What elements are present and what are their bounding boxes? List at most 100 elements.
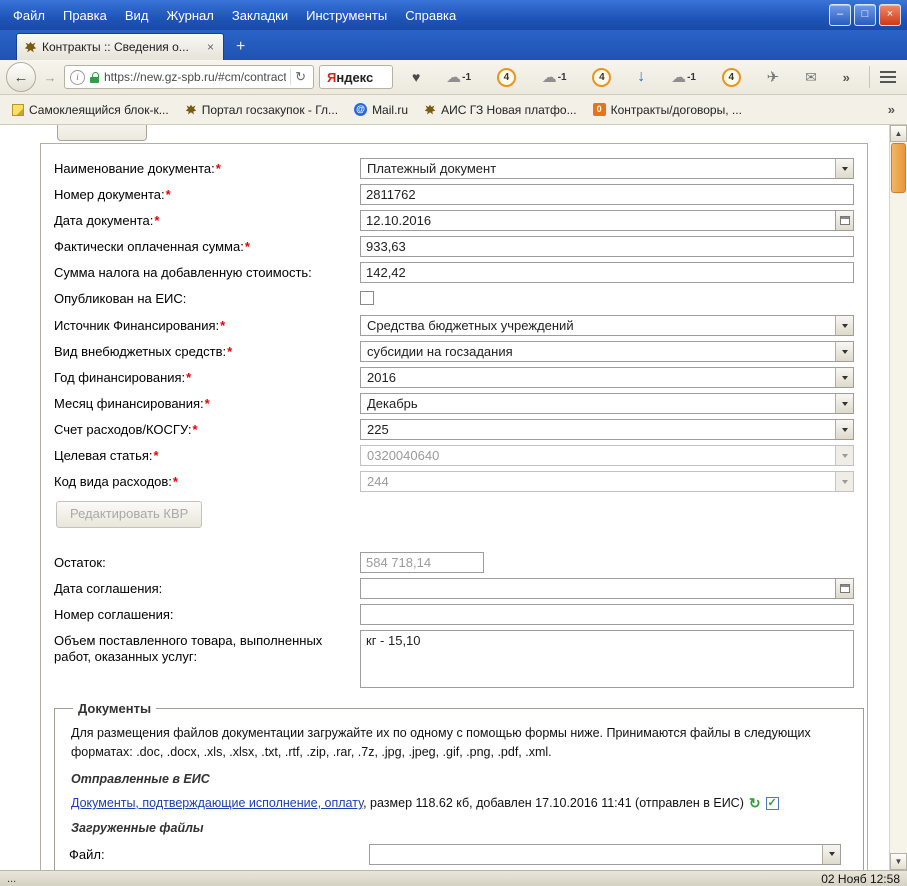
counter-badge-2[interactable]: 4 [592,67,612,87]
field-label: Источник Финансирования:* [54,318,226,333]
form-row: Наименование документа:* Платежный докум… [54,158,854,179]
menu-tools[interactable]: Инструменты [297,4,396,27]
published-eis-checkbox[interactable] [360,291,374,305]
resend-icon[interactable]: ↻ [749,795,761,812]
url-bar[interactable]: i https://new.gz-spb.ru/#cm/contract/6 ↻ [64,65,314,89]
edit-kvr-button[interactable]: Редактировать КВР [56,501,203,528]
close-button[interactable]: × [879,4,901,26]
field-label: Опубликован на ЕИС: [54,291,187,306]
menu-file[interactable]: Файл [4,4,54,27]
dropdown-arrow-icon[interactable] [835,394,853,413]
mail-icon[interactable]: ✉ [805,69,817,86]
calendar-button[interactable] [836,210,854,231]
cloud-extension-1[interactable]: ☁ -1 [446,68,471,86]
doc-date-input[interactable] [360,210,836,231]
file-select[interactable] [369,843,841,865]
bookmark-item[interactable]: @ Mail.ru [354,103,408,117]
menu-edit[interactable]: Правка [54,4,116,27]
bookmark-item[interactable]: Портал госзакупок - Гл... [185,103,338,117]
url-text[interactable]: https://new.gz-spb.ru/#cm/contract/6 [104,70,286,84]
select-value: 0320040640 [367,448,440,463]
bookmark-item[interactable]: АИС ГЗ Новая платфо... [424,103,577,117]
scroll-up-icon[interactable]: ▲ [890,125,907,142]
select-value: 244 [367,474,389,489]
yandex-logo: Я [327,69,337,85]
menu-view[interactable]: Вид [116,4,158,27]
page-info-icon[interactable]: i [70,69,85,85]
form-row: Остаток: [54,552,854,573]
new-tab-button[interactable]: + [224,38,257,60]
bookmark-label: АИС ГЗ Новая платфо... [441,102,577,117]
dropdown-arrow-icon[interactable] [835,342,853,361]
form-row: Год финансирования:* 2016 [54,367,854,388]
status-text: ... [7,872,17,885]
bookmarks-bar: Самоклеящийся блок-к... Портал госзакупо… [0,95,907,125]
agreement-date-input[interactable] [360,578,836,599]
kosgu-select[interactable]: 225 [360,419,854,440]
yandex-search-box[interactable]: Яндекс [319,65,393,89]
maximize-button[interactable]: □ [854,4,876,26]
form-row: Целевая статья:* 0320040640 [54,445,854,466]
balance-input [360,552,484,573]
back-button[interactable]: ← [6,62,36,92]
vat-sum-input[interactable] [360,262,854,283]
pocket-icon[interactable]: ♥ [412,69,420,85]
cloud-badge: -1 [462,71,472,83]
volume-textarea[interactable]: кг - 15,10 [360,630,854,688]
menu-help[interactable]: Справка [396,4,465,27]
contract-form-panel: Наименование документа:* Платежный докум… [40,143,868,870]
counter-badge-3[interactable]: 4 [721,67,741,87]
document-link[interactable]: Документы, подтверждающие исполнение, оп… [71,796,363,810]
scroll-down-icon[interactable]: ▼ [890,853,907,870]
extra-funds-select[interactable]: субсидии на госзадания [360,341,854,362]
field-label: Счет расходов/КОСГУ:* [54,422,198,437]
bookmark-item[interactable]: 0 Контракты/договоры, ... [592,103,742,117]
form-row: Код вида расходов:* 244 [54,471,854,492]
sent-checkbox-icon[interactable]: ✓ [765,796,779,810]
field-label: Целевая статья:* [54,448,159,463]
document-meta: , размер 118.62 кб, добавлен 17.10.2016 … [363,796,744,810]
dropdown-arrow-icon[interactable] [835,368,853,387]
forward-button[interactable]: → [41,67,59,87]
minimize-button[interactable]: – [829,4,851,26]
send-tab-icon[interactable]: ✈ [767,68,780,86]
toolbar-overflow-icon[interactable]: » [843,70,850,85]
form-row: Объем поставленного товара, выполненных … [54,630,854,693]
download-icon[interactable]: ↓ [637,68,645,86]
counter-badge-1[interactable]: 4 [496,67,516,87]
scrollbar-thumb[interactable] [891,143,906,193]
fin-year-select[interactable]: 2016 [360,367,854,388]
form-row: Сумма налога на добавленную стоимость: [54,262,854,283]
vertical-scrollbar[interactable]: ▲ ▼ [889,125,907,870]
dropdown-arrow-icon[interactable] [822,844,840,864]
scrollbar-track[interactable] [890,194,907,853]
agreement-number-input[interactable] [360,604,854,625]
form-row: Вид внебюджетных средств:* субсидии на г… [54,341,854,362]
doc-name-select[interactable]: Платежный документ [360,158,854,179]
dropdown-arrow-icon[interactable] [835,420,853,439]
fin-month-select[interactable]: Декабрь [360,393,854,414]
https-lock-icon[interactable] [89,70,100,85]
paid-sum-input[interactable] [360,236,854,257]
tab-contracts[interactable]: Контракты :: Сведения о... × [16,33,224,60]
doc-number-input[interactable] [360,184,854,205]
cloud-extension-3[interactable]: ☁ -1 [671,68,696,86]
menu-bookmarks[interactable]: Закладки [223,4,297,27]
toolbar-separator [869,66,870,88]
bookmarks-overflow-icon[interactable]: » [888,102,895,117]
browser-window: Файл Правка Вид Журнал Закладки Инструме… [0,0,907,886]
select-value: субсидии на госзадания [367,344,513,359]
open-menu-button[interactable] [875,71,901,83]
bookmark-item[interactable]: Самоклеящийся блок-к... [12,103,169,117]
reload-icon[interactable]: ↻ [290,69,308,85]
document-row: Документы, подтверждающие исполнение, оп… [71,795,847,812]
partial-button[interactable] [57,125,147,141]
cloud-extension-2[interactable]: ☁ -1 [542,68,567,86]
dropdown-arrow-icon[interactable] [835,159,853,178]
dropdown-arrow-icon[interactable] [835,316,853,335]
fin-source-select[interactable]: Средства бюджетных учреждений [360,315,854,336]
tab-close-icon[interactable]: × [205,40,216,54]
calendar-button[interactable] [836,578,854,599]
menu-history[interactable]: Журнал [157,4,222,27]
field-label: Наименование документа:* [54,161,221,176]
